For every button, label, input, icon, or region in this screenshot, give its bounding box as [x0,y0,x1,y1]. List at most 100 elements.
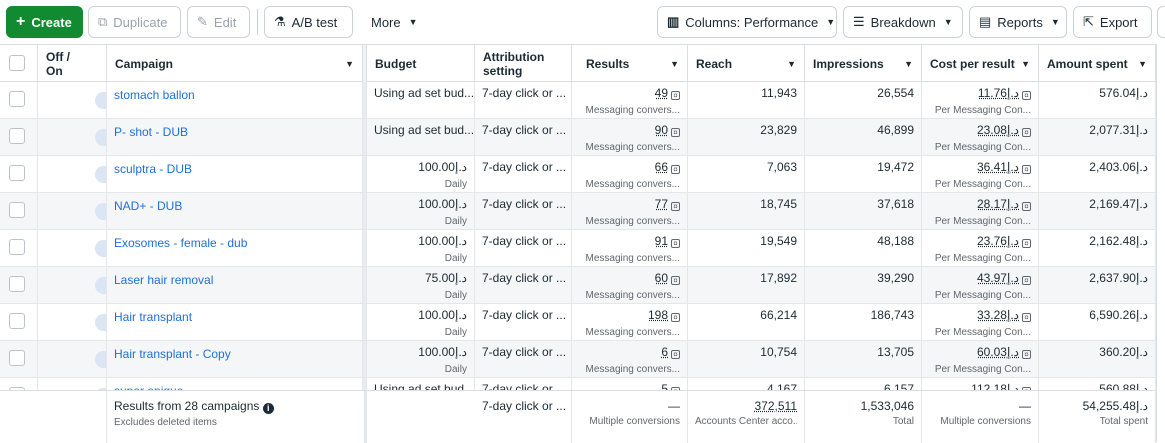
duplicate-button[interactable]: ⧉ Duplicate [88,6,181,38]
cell-impr: 48,188 [805,230,922,266]
sort-caret-icon: ▼ [787,58,796,69]
cell-budget: د.إ100.00 Daily [367,230,475,266]
cell-impr: 46,899 [805,119,922,155]
metric-info-icon[interactable]: ¤ [1022,202,1031,211]
cell-results: 198 ¤ Messaging convers... [572,304,688,340]
metric-info-icon[interactable]: ¤ [1022,276,1031,285]
table-row[interactable]: stomach ballon Using ad set bud... 7-day c… [0,82,1165,119]
cell-spent: د.إ2,077.31 [1039,119,1156,155]
create-button[interactable]: + Create [6,6,83,38]
metric-info-icon[interactable]: ¤ [1022,239,1031,248]
header-amount-spent[interactable]: Amount spent ▼ [1039,45,1156,82]
table-row[interactable]: Hair transplant د.إ100.00 Daily 7-day click… [0,304,1165,341]
metric-info-icon[interactable]: ¤ [671,350,680,359]
cell-impr: 39,290 [805,267,922,303]
row-checkbox[interactable] [9,128,25,144]
metric-info-icon[interactable]: ¤ [671,276,680,285]
horizontal-scroll-edge [1156,44,1165,442]
metric-info-icon[interactable]: ¤ [671,313,680,322]
row-checkbox[interactable] [9,91,25,107]
table-row[interactable]: Exosomes - female - dub د.إ100.00 Daily 7-d… [0,230,1165,267]
cell-attr: 7-day click or ... [475,230,572,266]
metric-info-icon[interactable]: ¤ [671,202,680,211]
campaign-name-link[interactable]: P- shot - DUB [114,125,188,139]
campaign-name-link[interactable]: Laser hair removal [114,273,213,287]
table-row[interactable]: NAD+ - DUB د.إ100.00 Daily 7-day click or .… [0,193,1165,230]
header-results[interactable]: Results ▼ [572,45,688,82]
campaign-toggle[interactable] [95,166,106,183]
metric-info-icon[interactable]: ¤ [671,165,680,174]
row-checkbox[interactable] [9,313,25,329]
reports-button[interactable]: ▤ Reports ▼ [969,6,1067,38]
campaign-name-link[interactable]: Hair transplant [114,310,192,324]
sort-caret-icon: ▼ [670,58,679,69]
campaign-toggle[interactable] [95,277,106,294]
cell-results: 77 ¤ Messaging convers... [572,193,688,229]
header-attribution[interactable]: Attribution setting [475,45,572,82]
campaign-toggle[interactable] [95,351,106,368]
header-reach[interactable]: Reach ▼ [688,45,805,82]
cell-results: 90 ¤ Messaging convers... [572,119,688,155]
breakdown-button[interactable]: ☰ Breakdown ▼ [843,6,963,38]
columns-button[interactable]: ▥ Columns: Performance ▼ [657,6,837,38]
cell-budget: د.إ100.00 Daily [367,341,475,377]
row-checkbox[interactable] [9,350,25,366]
cell-reach: 18,745 [688,193,805,229]
campaign-toggle[interactable] [95,129,106,146]
metric-info-icon[interactable]: ¤ [671,91,680,100]
header-impressions[interactable]: Impressions ▼ [805,45,922,82]
export-button[interactable]: ⇱ Export [1073,6,1152,38]
ab-test-button[interactable]: ⚗ A/B test [264,6,353,38]
table-row[interactable]: sculptra - DUB د.إ100.00 Daily 7-day click … [0,156,1165,193]
campaign-name-link[interactable]: stomach ballon [114,88,195,102]
cell-spent: د.إ576.04 [1039,82,1156,118]
footer-attribution: 7-day click or ... [475,391,572,443]
table-row[interactable]: Laser hair removal د.إ75.00 Daily 7-day cli… [0,267,1165,304]
row-checkbox[interactable] [9,239,25,255]
metric-info-icon[interactable]: ¤ [1022,350,1031,359]
sort-caret-icon: ▼ [1021,58,1030,69]
cell-reach: 66,214 [688,304,805,340]
row-checkbox[interactable] [9,202,25,218]
campaign-name-link[interactable]: NAD+ - DUB [114,199,182,213]
cell-attr: 7-day click or ... [475,119,572,155]
campaign-name-link[interactable]: Exosomes - female - dub [114,236,247,250]
cell-budget: د.إ100.00 Daily [367,156,475,192]
cell-reach: 10,754 [688,341,805,377]
table-row[interactable]: P- shot - DUB Using ad set bud... 7-day cl… [0,119,1165,156]
footer-results: — Multiple conversions [572,391,688,443]
metric-info-icon[interactable]: ¤ [1022,313,1031,322]
cell-impr: 37,618 [805,193,922,229]
export-options-button[interactable] [1157,6,1165,38]
cell-results: 91 ¤ Messaging convers... [572,230,688,266]
campaign-toggle[interactable] [95,240,106,257]
metric-info-icon[interactable]: ¤ [671,239,680,248]
campaign-name-link[interactable]: Hair transplant - Copy [114,347,231,361]
metric-info-icon[interactable]: ¤ [1022,165,1031,174]
header-cost-per-result[interactable]: Cost per result ▼ [922,45,1039,82]
cell-results: 66 ¤ Messaging convers... [572,156,688,192]
metric-info-icon[interactable]: ¤ [1022,128,1031,137]
campaign-name-link[interactable]: sculptra - DUB [114,162,192,176]
select-all-checkbox[interactable] [9,55,25,71]
cell-results: 60 ¤ Messaging convers... [572,267,688,303]
header-campaign[interactable]: Campaign ▼ [107,45,363,82]
cell-results: 6 ¤ Messaging convers... [572,341,688,377]
metric-info-icon[interactable]: ¤ [1022,91,1031,100]
table-row[interactable]: Hair transplant - Copy د.إ100.00 Daily 7-da… [0,341,1165,378]
more-button[interactable]: More ▼ [361,6,427,38]
info-icon[interactable]: i [262,403,274,414]
flask-icon: ⚗ [274,14,286,29]
campaign-toggle[interactable] [95,314,106,331]
campaign-toggle[interactable] [95,203,106,220]
row-checkbox[interactable] [9,165,25,181]
cell-reach: 7,063 [688,156,805,192]
campaign-toggle[interactable] [95,92,106,109]
cell-attr: 7-day click or ... [475,156,572,192]
header-budget[interactable]: Budget [367,45,475,82]
toolbar-divider [257,9,258,35]
row-checkbox[interactable] [9,276,25,292]
edit-button[interactable]: ✎ Edit [187,6,250,38]
metric-info-icon[interactable]: ¤ [671,128,680,137]
footer-amount-spent: د.إ54,255.48 Total spent [1039,391,1156,443]
